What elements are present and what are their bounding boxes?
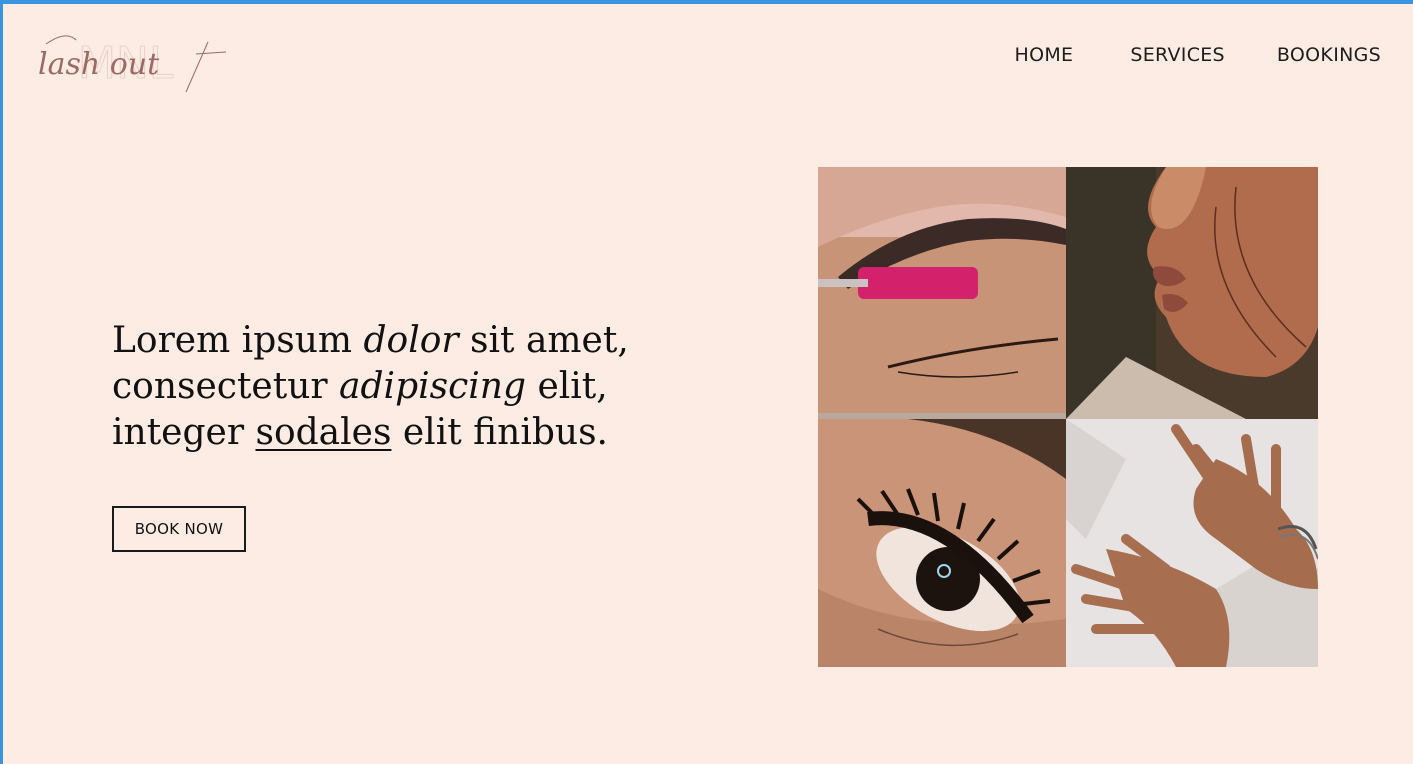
brand-logo[interactable]: MNL lash out — [36, 22, 236, 102]
logo-script: lash out — [38, 47, 160, 82]
lash-extension-photo — [818, 419, 1066, 667]
hero-text-emphasis: adipiscing — [339, 366, 527, 407]
hero-text-emphasis: dolor — [363, 320, 459, 361]
hero-headline: Lorem ipsum dolor sit amet, consectetur … — [112, 318, 672, 456]
lips-profile-photo — [1066, 167, 1318, 419]
hero-text-fragment: elit, — [526, 366, 608, 407]
photo-gallery — [818, 167, 1318, 667]
brow-brush-photo — [818, 167, 1066, 419]
nav-services-link[interactable]: SERVICES — [1130, 44, 1225, 66]
hero-text-fragment: sit amet, — [458, 320, 629, 361]
hero-text-fragment: integer — [112, 412, 256, 453]
book-now-button[interactable]: BOOK NOW — [112, 506, 246, 552]
manicure-hands-photo — [1066, 419, 1318, 667]
hero-text-fragment: elit finibus. — [391, 412, 608, 453]
hero-text-fragment: Lorem ipsum — [112, 320, 364, 361]
hero-text-fragment: consectetur — [112, 366, 340, 407]
nav-bookings-link[interactable]: BOOKINGS — [1277, 44, 1381, 66]
logo-mark: MNL lash out — [38, 35, 227, 93]
main-nav: HOME SERVICES BOOKINGS — [1015, 44, 1381, 66]
nav-home-link[interactable]: HOME — [1015, 44, 1074, 66]
hero-text-link[interactable]: sodales — [255, 412, 391, 453]
